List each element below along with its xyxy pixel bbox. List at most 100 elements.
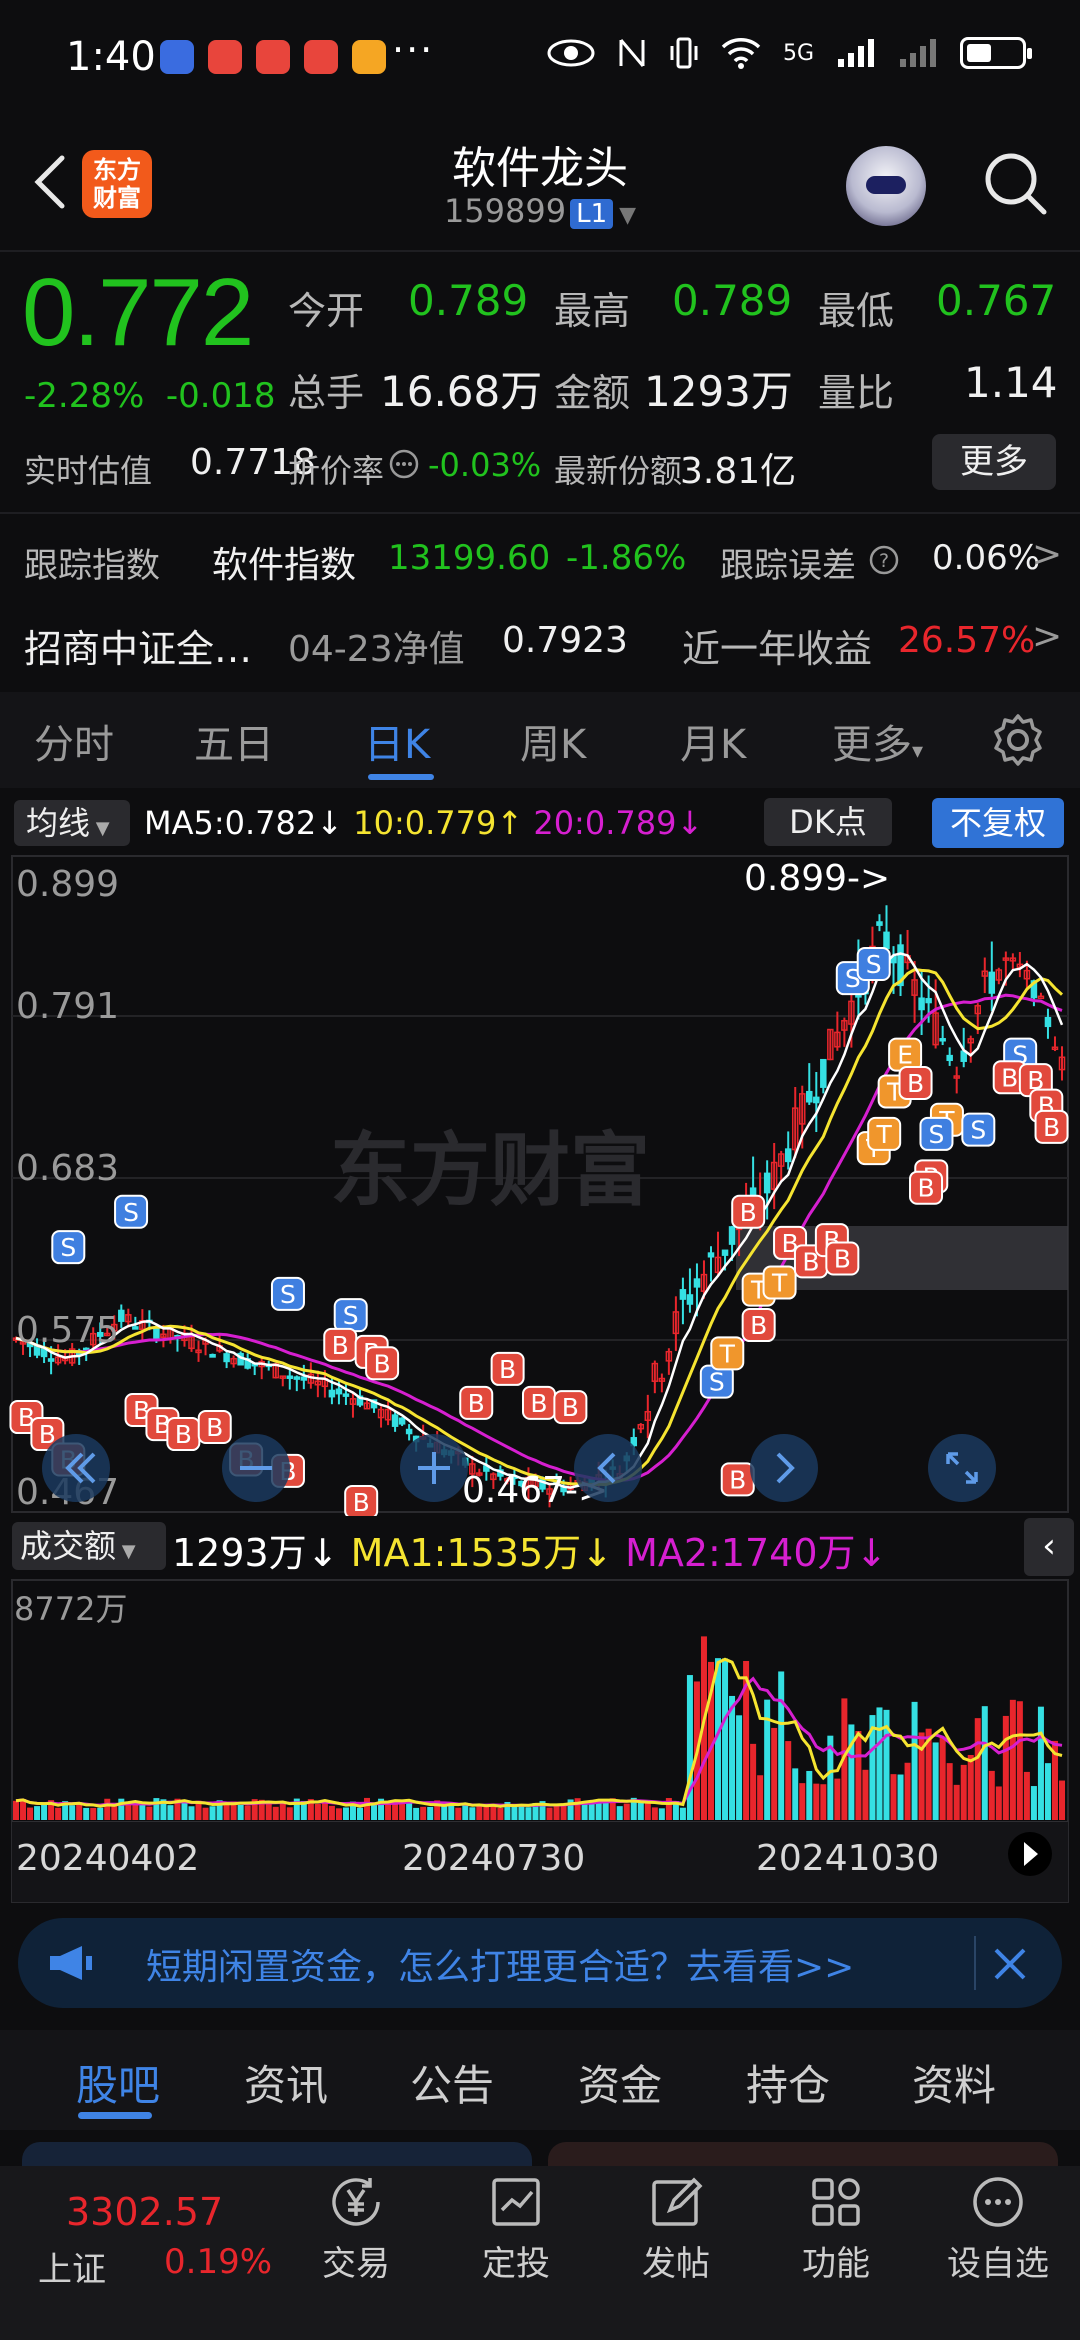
status-right: 5G — [547, 36, 1032, 70]
tab-intraday[interactable]: 分时 — [34, 712, 114, 770]
volume-selector[interactable]: 成交额 ▼ — [12, 1522, 166, 1570]
promo-banner[interactable]: 短期闲置资金，怎么打理更合适？去看看>> — [18, 1918, 1062, 2008]
kline-chart[interactable]: 东方财富 BBBBBBBSSSSBBBBBBBBBBSTBTBTBBBBBTTT… — [0, 852, 1080, 1516]
volume-bar — [806, 1770, 813, 1820]
help-icon[interactable]: ? — [868, 544, 900, 576]
tracking-error-value: 0.06% — [932, 538, 1041, 578]
baidu-icon — [160, 40, 194, 74]
tab-weekly-k[interactable]: 周K — [520, 712, 586, 770]
volume-bar — [90, 1807, 97, 1820]
tab-news[interactable]: 资讯 — [244, 2052, 328, 2113]
volume-bar — [834, 1778, 841, 1820]
banner-text: 短期闲置资金，怎么打理更合适？去看看>> — [146, 1947, 855, 1988]
volume-bar — [209, 1806, 216, 1820]
notification-icons — [160, 40, 386, 74]
volume-bar — [202, 1807, 209, 1820]
volume-chart[interactable]: 8772万 20240402 20240730 20241030 — [0, 1578, 1080, 1904]
nav-post[interactable]: 发帖 — [616, 2172, 736, 2285]
candle-body — [405, 1428, 413, 1435]
signal-marker-b: B — [909, 1170, 944, 1205]
chevron-down-icon: ▼ — [619, 203, 637, 228]
volume-bar — [356, 1807, 363, 1820]
tab-monthly-k[interactable]: 月K — [680, 712, 746, 770]
scroll-left-button[interactable] — [42, 1434, 110, 1502]
volume-bar — [27, 1807, 34, 1820]
candle-body — [693, 1278, 701, 1288]
dk-point-button[interactable]: DK点 — [764, 798, 892, 846]
volume-bar — [335, 1808, 342, 1820]
collapse-button[interactable]: ‹ — [1024, 1518, 1074, 1576]
nav-trade[interactable]: 交易 — [296, 2172, 416, 2285]
volume-bar — [139, 1804, 146, 1820]
tracking-error-label: 跟踪误差 — [720, 546, 856, 586]
volume-bar — [314, 1804, 321, 1820]
tab-announcements[interactable]: 公告 — [410, 2052, 494, 2113]
close-icon[interactable] — [990, 1944, 1030, 1984]
volume-bar — [441, 1805, 448, 1820]
no-adjust-button[interactable]: 不复权 — [932, 798, 1064, 848]
ma-selector[interactable]: 均线 ▼ — [14, 800, 130, 846]
volume-bar — [553, 1805, 560, 1820]
nav-add-watchlist[interactable]: 设自选 — [938, 2172, 1058, 2285]
volume-bar — [69, 1805, 76, 1820]
volume-current: 1293万↓ — [172, 1531, 339, 1575]
svg-text:S: S — [866, 950, 882, 979]
volume-bar — [1016, 1701, 1023, 1820]
amount-label: 金额 — [554, 371, 631, 415]
candle-body — [132, 1326, 139, 1330]
active-tab-indicator — [368, 774, 434, 780]
more-button[interactable]: 更多 — [932, 434, 1056, 490]
candle-body — [925, 998, 932, 1004]
tab-daily-k[interactable]: 日K — [364, 712, 430, 770]
signal-marker-b: B — [553, 1390, 588, 1425]
volume-bar — [83, 1807, 90, 1820]
svg-text:B: B — [750, 1311, 767, 1340]
candle-body — [1044, 1016, 1052, 1028]
fund-row[interactable]: 招商中证全… 04-23净值 0.7923 近一年收益 26.57% > — [0, 602, 1080, 684]
volume-bar — [876, 1707, 883, 1820]
y-label-3: 0.683 — [16, 1148, 119, 1189]
prev-button[interactable] — [574, 1434, 642, 1502]
content-tabs: 股吧 资讯 公告 资金 持仓 资料 — [0, 2030, 1080, 2130]
y-label-max: 0.899 — [16, 864, 119, 905]
svg-text:B: B — [740, 1198, 757, 1227]
volume-bar — [1037, 1706, 1044, 1820]
volume-bar — [623, 1803, 630, 1820]
volume-bar — [1059, 1780, 1065, 1820]
signal-marker-s: S — [961, 1112, 996, 1147]
open-value: 0.789 — [408, 276, 529, 325]
volume-bar — [904, 1762, 911, 1820]
volume-bar — [637, 1802, 644, 1820]
tab-funds[interactable]: 资金 — [578, 2052, 662, 2113]
volume-values: 1293万↓ MA1:1535万↓ MA2:1740万↓ — [172, 1522, 887, 1577]
tab-profile[interactable]: 资料 — [912, 2052, 996, 2113]
volume-bar — [181, 1801, 188, 1820]
settings-gear-icon[interactable] — [990, 712, 1046, 768]
nav-value: 0.7923 — [502, 620, 628, 661]
volume-bar — [953, 1784, 960, 1820]
fullscreen-button[interactable] — [928, 1434, 996, 1502]
robot-assistant-icon[interactable] — [846, 146, 926, 226]
volume-bar — [413, 1807, 420, 1820]
candle-body — [300, 1376, 308, 1381]
tab-guba[interactable]: 股吧 — [76, 2052, 160, 2113]
next-button[interactable] — [750, 1434, 818, 1502]
signal-marker-b: B — [731, 1194, 766, 1229]
svg-text:B: B — [907, 1069, 924, 1098]
volume-bar — [939, 1736, 946, 1820]
search-icon[interactable] — [980, 148, 1050, 218]
nav-auto-invest[interactable]: 定投 — [456, 2172, 576, 2285]
tracking-index-name: 软件指数 — [212, 545, 357, 586]
volume-bar — [237, 1804, 244, 1820]
tracking-index-row[interactable]: 跟踪指数 软件指数 13199.60 -1.86% 跟踪误差 ? 0.06% > — [0, 520, 1080, 602]
sh-index-value[interactable]: 3302.57 — [66, 2190, 223, 2234]
nav-functions[interactable]: 功能 — [776, 2172, 896, 2285]
tab-more[interactable]: 更多▾ — [832, 712, 923, 770]
svg-text:S: S — [929, 1120, 945, 1149]
svg-text:S: S — [280, 1280, 296, 1309]
tab-five-day[interactable]: 五日 — [194, 712, 274, 770]
tab-holdings[interactable]: 持仓 — [746, 2052, 830, 2113]
signal-marker-s: S — [270, 1276, 305, 1311]
info-dots-icon[interactable] — [388, 448, 420, 480]
candle-body — [918, 997, 925, 1011]
